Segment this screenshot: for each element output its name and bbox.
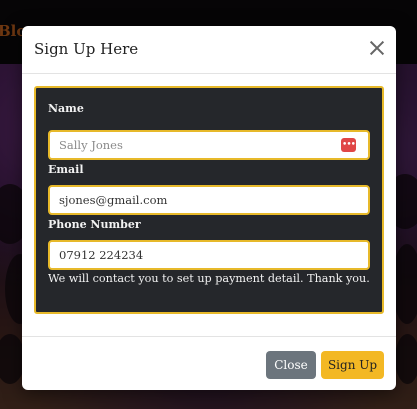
- signup-modal: Sign Up Here Name Sally Jones ••• Email …: [22, 26, 396, 390]
- phone-value: 07912 224234: [59, 248, 144, 262]
- name-placeholder: Sally Jones: [59, 138, 123, 152]
- signup-button[interactable]: Sign Up: [321, 351, 384, 379]
- modal-header: Sign Up Here: [22, 26, 396, 74]
- email-input[interactable]: sjones@gmail.com: [48, 185, 370, 215]
- modal-footer: Close Sign Up: [22, 336, 396, 390]
- name-input[interactable]: Sally Jones •••: [48, 130, 370, 160]
- email-value: sjones@gmail.com: [59, 193, 168, 207]
- close-button[interactable]: Close: [266, 351, 316, 379]
- email-label: Email: [48, 163, 84, 176]
- phone-label: Phone Number: [48, 218, 141, 231]
- modal-title: Sign Up Here: [34, 40, 139, 58]
- close-icon[interactable]: [368, 39, 386, 57]
- name-label: Name: [48, 102, 84, 115]
- password-manager-icon[interactable]: •••: [341, 138, 356, 152]
- phone-input[interactable]: 07912 224234: [48, 240, 370, 270]
- signup-form: Name Sally Jones ••• Email sjones@gmail.…: [34, 86, 384, 314]
- contact-note: We will contact you to set up payment de…: [48, 272, 370, 285]
